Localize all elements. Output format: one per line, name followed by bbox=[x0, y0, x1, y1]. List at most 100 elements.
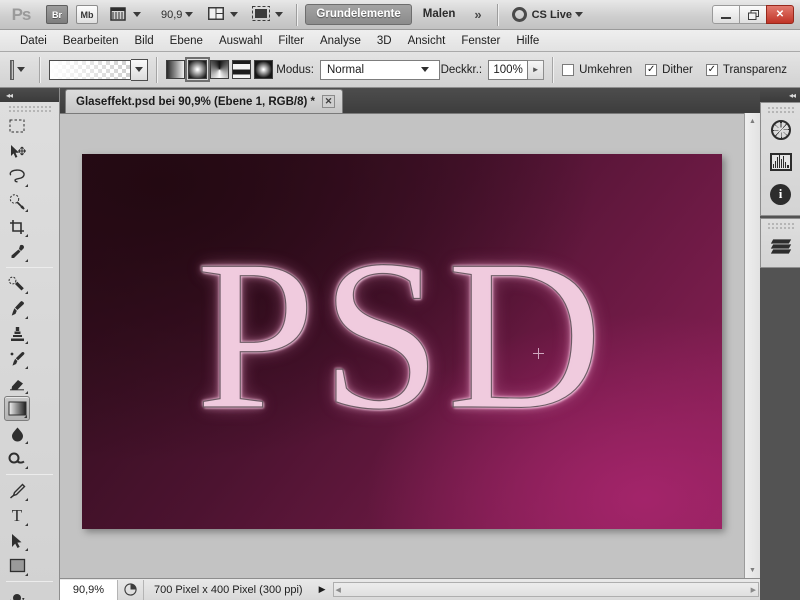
collapse-panel-icon[interactable]: ◂◂ bbox=[0, 88, 59, 102]
move-tool[interactable] bbox=[4, 139, 30, 164]
photoshop-logo-icon: Ps bbox=[11, 4, 32, 24]
opacity-slider-button[interactable]: ► bbox=[528, 59, 545, 80]
clone-stamp-tool[interactable] bbox=[4, 321, 30, 346]
window-minimize-button[interactable] bbox=[712, 5, 740, 24]
menu-item-ebene[interactable]: Ebene bbox=[162, 32, 211, 50]
workspace-tab-grundelemente[interactable]: Grundelemente bbox=[305, 4, 412, 25]
cs-live-button[interactable]: CS Live bbox=[511, 7, 589, 22]
menu-item-ansicht[interactable]: Ansicht bbox=[400, 32, 454, 50]
workspace-more-icon[interactable]: » bbox=[466, 7, 489, 22]
opacity-input[interactable]: 100% bbox=[488, 59, 529, 80]
view-extras-icon[interactable] bbox=[110, 6, 130, 24]
gradient-tool[interactable] bbox=[4, 396, 30, 421]
3d-rotate-tool[interactable] bbox=[4, 585, 30, 600]
menu-item-analyse[interactable]: Analyse bbox=[312, 32, 369, 50]
pen-tool[interactable] bbox=[4, 478, 30, 503]
canvas-psd-text: PSD PSD bbox=[82, 154, 722, 529]
path-selection-corner-marker bbox=[25, 548, 28, 551]
gradient-preview-swatch[interactable] bbox=[48, 59, 131, 80]
brush-tool[interactable] bbox=[4, 296, 30, 321]
status-menu-arrow[interactable]: ▶ bbox=[313, 584, 332, 595]
radial-gradient-button[interactable] bbox=[184, 57, 210, 82]
menu-item-datei[interactable]: Datei bbox=[12, 32, 55, 50]
dither-checkbox-box[interactable]: ✓ bbox=[645, 63, 658, 76]
tools-panel-grip[interactable] bbox=[8, 105, 51, 113]
arrange-documents-dropdown-caret[interactable] bbox=[230, 12, 239, 17]
status-zoom-field[interactable]: 90,9% bbox=[60, 579, 118, 600]
scroll-up-arrow[interactable]: ▲ bbox=[745, 113, 761, 129]
menu-item-bearbeiten[interactable]: Bearbeiten bbox=[55, 32, 127, 50]
hscroll-left-arrow[interactable]: ◀ bbox=[336, 586, 341, 594]
hscroll-right-arrow[interactable]: ▶ bbox=[751, 586, 756, 594]
launch-bridge-button[interactable]: Br bbox=[46, 5, 68, 24]
options-divider-2 bbox=[155, 56, 158, 83]
path-selection-tool[interactable] bbox=[4, 528, 30, 553]
window-restore-button[interactable] bbox=[739, 5, 767, 24]
angle-gradient-button[interactable] bbox=[209, 60, 229, 79]
eraser-tool[interactable] bbox=[4, 371, 30, 396]
info-panel-icon[interactable]: i bbox=[766, 179, 796, 209]
transparenz-checkbox-box[interactable]: ✓ bbox=[705, 63, 718, 76]
menu-item-3d[interactable]: 3D bbox=[369, 32, 400, 50]
histogram-bars-shape bbox=[769, 153, 792, 171]
histogram-panel-icon[interactable] bbox=[766, 147, 796, 177]
gradient-tool-preset-icon[interactable] bbox=[10, 59, 14, 80]
rectangle-tool[interactable] bbox=[4, 553, 30, 578]
eraser-corner-marker bbox=[25, 391, 28, 394]
blur-tool[interactable] bbox=[4, 421, 30, 446]
dock-group-one-grip[interactable] bbox=[767, 106, 794, 113]
checkbox-dither[interactable]: ✓ Dither bbox=[645, 63, 693, 76]
eyedropper-tool[interactable] bbox=[4, 239, 30, 264]
menu-item-auswahl[interactable]: Auswahl bbox=[211, 32, 270, 50]
quick-selection-corner-marker bbox=[25, 209, 28, 212]
view-extras-dropdown-caret[interactable] bbox=[133, 12, 141, 17]
window-close-button[interactable]: ✕ bbox=[766, 5, 794, 24]
scroll-down-arrow[interactable]: ▼ bbox=[745, 562, 761, 578]
window-controls: ✕ bbox=[712, 5, 800, 24]
screen-mode-dropdown-caret[interactable] bbox=[275, 12, 284, 17]
launch-mini-bridge-button[interactable]: Mb bbox=[76, 5, 98, 24]
umkehren-checkbox-box[interactable] bbox=[562, 63, 575, 76]
cs-live-dropdown-caret[interactable] bbox=[574, 12, 583, 17]
zoom-level-dropdown-caret[interactable] bbox=[185, 12, 194, 17]
dodge-tool[interactable] bbox=[4, 446, 30, 471]
dock-group-two-grip[interactable] bbox=[767, 222, 794, 229]
application-title-bar: Ps Br Mb 90,9 Grundelemente Malen » CS L… bbox=[0, 0, 800, 30]
image-canvas[interactable]: PSD PSD bbox=[82, 154, 722, 529]
arrange-documents-icon[interactable] bbox=[207, 6, 227, 24]
titlebar-divider bbox=[296, 3, 299, 26]
gradient-picker-dropdown[interactable] bbox=[130, 58, 148, 81]
canvas-vertical-scrollbar[interactable]: ▲ ▼ bbox=[744, 113, 760, 578]
canvas-viewport[interactable]: PSD PSD bbox=[60, 113, 760, 578]
navigator-panel-icon[interactable] bbox=[766, 115, 796, 145]
menu-item-bild[interactable]: Bild bbox=[126, 32, 161, 50]
reflected-gradient-button[interactable] bbox=[231, 60, 251, 79]
menu-item-filter[interactable]: Filter bbox=[270, 32, 312, 50]
crop-tool[interactable] bbox=[4, 214, 30, 239]
lasso-tool[interactable] bbox=[4, 164, 30, 189]
menu-item-fenster[interactable]: Fenster bbox=[453, 32, 508, 50]
diamond-gradient-button[interactable] bbox=[253, 60, 273, 79]
history-brush-tool[interactable] bbox=[4, 346, 30, 371]
checkbox-transparenz[interactable]: ✓ Transparenz bbox=[705, 63, 787, 76]
blend-mode-select[interactable]: Normal bbox=[320, 59, 440, 80]
healing-corner-marker bbox=[25, 291, 28, 294]
brush-corner-marker bbox=[25, 316, 28, 319]
checkbox-umkehren[interactable]: Umkehren bbox=[562, 63, 632, 76]
screen-mode-icon[interactable] bbox=[252, 5, 272, 24]
linear-gradient-button[interactable] bbox=[165, 60, 185, 79]
rectangular-marquee-tool[interactable] bbox=[4, 114, 30, 139]
spot-healing-brush-tool[interactable] bbox=[4, 271, 30, 296]
menu-bar: Datei Bearbeiten Bild Ebene Auswahl Filt… bbox=[0, 30, 800, 52]
type-tool[interactable]: T bbox=[4, 503, 30, 528]
quick-selection-tool[interactable] bbox=[4, 189, 30, 214]
canvas-horizontal-scrollbar[interactable]: ◀ ▶ bbox=[332, 582, 759, 597]
document-profile-icon[interactable] bbox=[118, 579, 144, 600]
document-tab[interactable]: Glaseffekt.psd bei 90,9% (Ebene 1, RGB/8… bbox=[65, 89, 344, 113]
document-tab-close-icon[interactable]: ✕ bbox=[322, 95, 336, 108]
tool-preset-dropdown-caret[interactable] bbox=[16, 67, 25, 72]
menu-item-hilfe[interactable]: Hilfe bbox=[508, 32, 547, 50]
collapse-dock-icon[interactable]: ◂◂ bbox=[760, 88, 800, 102]
workspace-tab-malen[interactable]: Malen bbox=[412, 4, 467, 25]
layers-panel-icon[interactable] bbox=[766, 231, 796, 261]
